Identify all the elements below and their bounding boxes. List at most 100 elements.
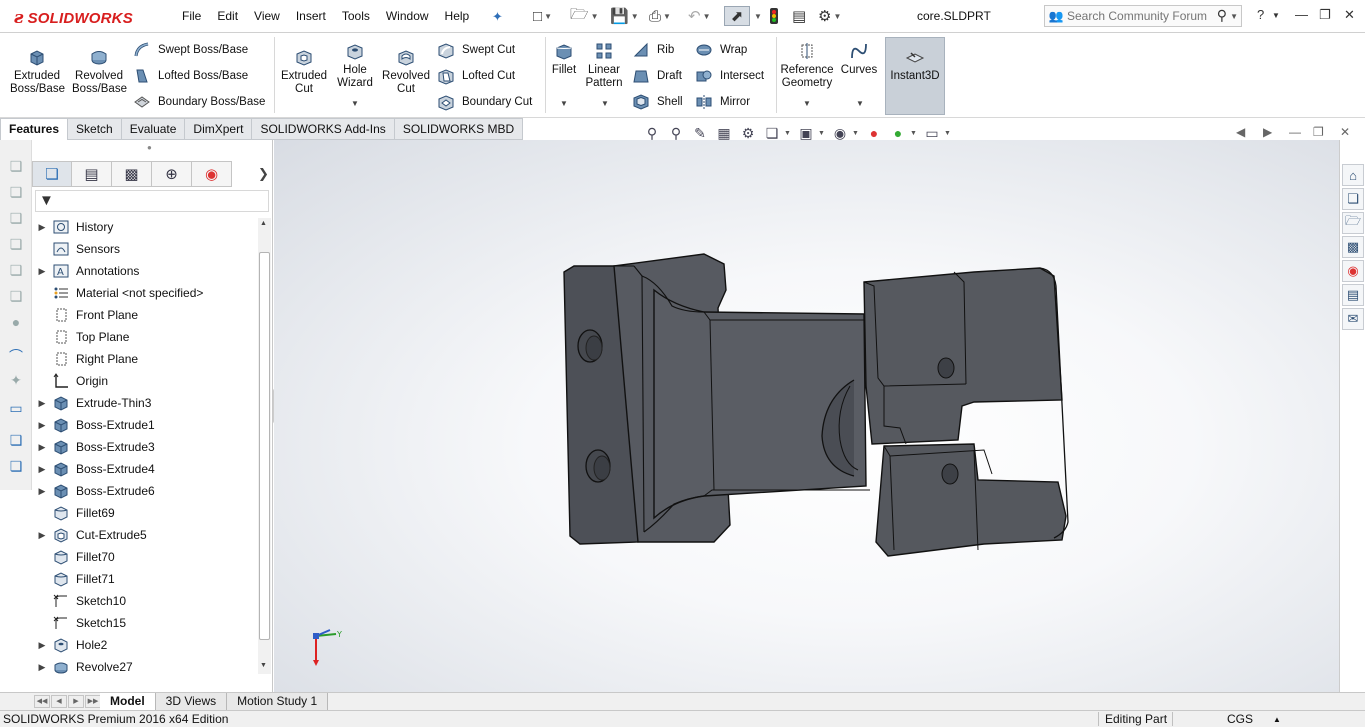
tab-model[interactable]: Model [100,693,156,710]
chevron-down-icon[interactable]: ▼ [818,130,828,137]
extruded-cut-button[interactable]: Extruded Cut [279,47,329,96]
wrench-icon[interactable]: ✦ [6,372,26,390]
save-button[interactable]: 💾 ▼ [610,6,639,26]
tree-item-extrude-thin3[interactable]: ▶ Extrude-Thin3 [32,392,258,414]
scroll-up-icon[interactable]: ▲ [260,220,267,227]
rib-button[interactable]: Rib [632,41,674,59]
curves-button[interactable]: Curves [840,41,878,77]
chevron-down-icon[interactable]: ▼ [752,6,762,26]
cube-icon[interactable]: ❏ [6,262,26,280]
expand-arrow-icon[interactable]: ▶ [32,442,52,453]
menu-edit[interactable]: Edit [217,9,238,23]
expand-arrow-icon[interactable]: ▶ [32,222,52,233]
print-button[interactable]: ⎙ ▼ [649,6,671,26]
tree-item-cut-extrude5[interactable]: ▶ Cut-Extrude5 [32,524,258,546]
chevron-down-icon[interactable]: ▼ [1272,11,1280,20]
tree-item-annotations[interactable]: ▶ A Annotations [32,260,258,282]
tree-filter[interactable]: ▼ [35,190,269,212]
tab-sketch[interactable]: Sketch [68,118,122,140]
reference-geometry-button[interactable]: Reference Geometry [779,41,835,90]
viewport-minimize-icon[interactable]: — [1289,125,1301,139]
minimize-icon[interactable]: — [1295,7,1308,22]
file-explorer-icon[interactable]: 🗁 [1342,212,1364,234]
menu-insert[interactable]: Insert [296,9,326,23]
cube-icon[interactable]: ❏ [6,236,26,254]
viewport-next-icon[interactable]: ▶ [1263,125,1272,139]
tree-item-fillet71[interactable]: Fillet71 [32,568,258,590]
tab-dimxpert[interactable]: DimXpert [185,118,253,140]
pin-menu-icon[interactable]: ✦ [492,9,503,25]
tree-item-sketch10[interactable]: Sketch10 [32,590,258,612]
tree-item-sensors[interactable]: Sensors [32,238,258,260]
tree-item-boss-extrude4[interactable]: ▶ Boss-Extrude4 [32,458,258,480]
new-document-button[interactable]: □ ▼ [533,6,552,26]
units-text[interactable]: CGS [1227,712,1253,726]
restore-icon[interactable]: ❐ [1319,7,1331,23]
expand-arrow-icon[interactable]: ▶ [32,420,52,431]
next-tab-icon[interactable]: ▶ [68,695,84,708]
part-model[interactable] [554,250,1084,580]
chevron-down-icon[interactable]: ▼ [703,12,711,21]
chevron-down-icon[interactable]: ▼ [803,99,811,108]
instant3d-button[interactable]: Instant3D [885,37,945,115]
viewport-close-icon[interactable]: ✕ [1340,125,1350,139]
tree-item-boss-extrude6[interactable]: ▶ Boss-Extrude6 [32,480,258,502]
chevron-down-icon[interactable]: ▼ [591,12,599,21]
display-manager-tab[interactable]: ◉ [192,161,232,187]
expand-arrow-icon[interactable]: ▶ [32,266,52,277]
linear-pattern-button[interactable]: Linear Pattern [583,41,625,90]
display-icon[interactable]: ▭ [6,400,26,418]
forum-icon[interactable]: ✉ [1342,308,1364,330]
expand-arrow-icon[interactable]: ▶ [32,640,52,651]
chevron-up-icon[interactable]: ▲ [1273,715,1281,724]
tree-item-fillet70[interactable]: Fillet70 [32,546,258,568]
expand-arrow-icon[interactable]: ▶ [32,662,52,673]
tree-item-history[interactable]: ▶ History [32,216,258,238]
intersect-button[interactable]: Intersect [695,67,764,85]
help-icon[interactable]: ? [1257,7,1264,22]
expand-arrow-icon[interactable]: ▶ [32,398,52,409]
custom-properties-icon[interactable]: ▤ [1342,284,1364,306]
graphics-area[interactable]: Y [274,140,1339,693]
feature-tree-tab[interactable]: ❏ [32,161,72,187]
viewport-previous-icon[interactable]: ◀ [1236,125,1245,139]
tree-item-fillet69[interactable]: Fillet69 [32,502,258,524]
fillet-button[interactable]: Fillet [548,41,580,77]
options-button[interactable]: ⚙ ▼ [818,6,841,26]
dimxpert-manager-tab[interactable]: ⊕ [152,161,192,187]
mirror-button[interactable]: Mirror [695,93,750,111]
tab-features[interactable]: Features [0,118,69,140]
expand-arrow-icon[interactable]: ▶ [32,530,52,541]
chevron-down-icon[interactable]: ▼ [944,130,954,137]
viewport-restore-icon[interactable]: ❐ [1313,125,1324,139]
last-tab-icon[interactable]: ▶▶ [85,695,101,708]
tab-motion-study[interactable]: Motion Study 1 [227,693,329,710]
file-properties-button[interactable]: ▤ [792,6,806,26]
chevron-down-icon[interactable]: ▼ [910,130,920,137]
hole-wizard-button[interactable]: Hole Wizard [334,41,376,90]
boundary-boss-button[interactable]: Boundary Boss/Base [133,93,265,111]
menu-file[interactable]: File [182,9,201,23]
tab-evaluate[interactable]: Evaluate [121,118,186,140]
sphere-icon[interactable]: ● [6,314,26,332]
swept-boss-button[interactable]: Swept Boss/Base [133,41,248,59]
tab-addins[interactable]: SOLIDWORKS Add-Ins [252,118,395,140]
panel-grip-icon[interactable]: ● [147,143,152,152]
boundary-cut-button[interactable]: Boundary Cut [437,93,532,111]
cube-icon[interactable]: ❏ [6,288,26,306]
sketch-tool-icon[interactable]: ⌒ [6,346,26,364]
chevron-down-icon[interactable]: ▼ [1230,12,1238,21]
extruded-boss-button[interactable]: Extruded Boss/Base [10,47,65,96]
configuration-manager-tab[interactable]: ▩ [112,161,152,187]
extrude-icon[interactable]: ❏ [6,458,26,476]
scroll-down-icon[interactable]: ▼ [260,662,267,669]
chevron-down-icon[interactable]: ▼ [833,12,841,21]
swept-cut-button[interactable]: Swept Cut [437,41,515,59]
tree-item-hole2[interactable]: ▶ Hole2 [32,634,258,656]
undo-button[interactable]: ↶ ▼ [688,6,711,26]
search-input[interactable] [1067,9,1207,23]
tree-item-sketch15[interactable]: Sketch15 [32,612,258,634]
chevron-down-icon[interactable]: ▼ [631,12,639,21]
cube-icon[interactable]: ❏ [6,184,26,202]
chevron-down-icon[interactable]: ▼ [784,130,794,137]
